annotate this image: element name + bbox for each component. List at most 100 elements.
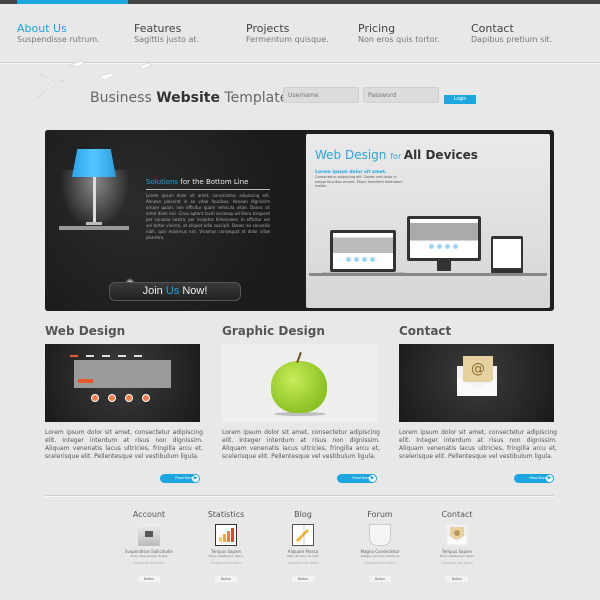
- lamp-pole: [93, 177, 96, 223]
- brand-part-bold: Website: [156, 90, 220, 106]
- at-sign-icon: @: [463, 356, 493, 382]
- join-label-part: Join: [142, 285, 166, 297]
- solutions-heading: Solutions for the Bottom Line: [146, 178, 248, 186]
- feature-line3: Vivamus dui diam: [210, 561, 242, 565]
- feature-line2: Nunc vestibulum libero: [208, 554, 244, 558]
- nav-item-subtitle: Suspendisse rutrum.: [17, 35, 100, 44]
- site-brand-title: Business Website Template: [90, 90, 288, 106]
- section-body: Lorem ipsum dolor sit amet, consectetur …: [45, 429, 203, 460]
- feature-title: Statistics: [207, 510, 245, 519]
- join-label-part: Now!: [179, 285, 208, 297]
- feature-statistics: Statistics Tempus Sapien Nunc vestibulum…: [191, 510, 261, 584]
- feature-button[interactable]: Button: [446, 576, 468, 582]
- safe-icon: [138, 524, 160, 546]
- nav-item-title: Contact: [471, 22, 514, 35]
- read-more-label: Read More: [352, 476, 370, 480]
- play-arrow-icon: ▶: [546, 475, 553, 482]
- web-design-title: Web Design: [315, 148, 391, 162]
- feature-button[interactable]: Button: [369, 576, 391, 582]
- join-us-now-button[interactable]: Join Us Now!: [109, 282, 241, 301]
- feature-line2: Integer nisi sem maximus: [360, 554, 400, 558]
- monitor-stand: [437, 261, 451, 271]
- read-more-label: Read More: [529, 476, 547, 480]
- email-envelope-image: @: [399, 344, 554, 422]
- top-bar: [0, 0, 600, 4]
- nav-item-subtitle: Dapibus pretium sit.: [471, 35, 553, 44]
- feature-button[interactable]: Button: [292, 576, 314, 582]
- brand-part: Business: [90, 90, 157, 106]
- solutions-body: Lorem ipsum dolor sit amet, consectetur …: [146, 193, 270, 240]
- lamp-base: [86, 222, 102, 225]
- nav-item-projects[interactable]: Projects Fermentum quisque.: [246, 22, 329, 45]
- feature-contact: Contact Tempus Sapien Nunc vestibulum li…: [422, 510, 492, 584]
- desktop-monitor-icon: [407, 216, 481, 261]
- feature-line2: Nunc vestibulum libero: [439, 554, 475, 558]
- feature-title: Account: [132, 510, 166, 519]
- web-design-bold: All Devices: [403, 148, 478, 162]
- feature-line3: Vivamus dui diam: [364, 561, 396, 565]
- feature-line3: Vivamus dui diam: [441, 561, 473, 565]
- website-mockup-image: [45, 344, 200, 422]
- mail-envelope-icon: [446, 524, 468, 546]
- feature-blog: Blog Aliquam Massa Nam et rhoncus odio V…: [268, 510, 338, 584]
- nav-item-about-us[interactable]: About Us Suspendisse rutrum.: [17, 22, 100, 45]
- read-more-button[interactable]: Read More ▶: [160, 474, 200, 483]
- section-title-web-design: Web Design: [45, 324, 126, 338]
- section-title-contact: Contact: [399, 324, 452, 338]
- nav-item-pricing[interactable]: Pricing Non eros quis tortor.: [358, 22, 440, 45]
- nav-item-title: Features: [134, 22, 182, 35]
- feature-title: Contact: [441, 510, 473, 519]
- main-nav: About Us Suspendisse rutrum. Features Sa…: [0, 22, 600, 52]
- play-arrow-icon: ▶: [192, 475, 199, 482]
- nav-item-subtitle: Fermentum quisque.: [246, 35, 329, 44]
- feature-button[interactable]: Button: [138, 576, 160, 582]
- web-design-heading: Web Design for All Devices: [315, 148, 478, 162]
- lamp-icon: [72, 149, 116, 177]
- hero-left-panel: Solutions for the Bottom Line Lorem ipsu…: [45, 130, 305, 311]
- devices-shelf: [309, 273, 547, 276]
- nav-item-title: Pricing: [358, 22, 396, 35]
- active-nav-indicator: [17, 0, 128, 4]
- password-input[interactable]: [363, 87, 439, 103]
- read-more-button[interactable]: Read More ▶: [337, 474, 377, 483]
- join-label-highlight: Us: [165, 285, 180, 297]
- hero-right-panel: Web Design for All Devices Lorem ipsum d…: [306, 134, 550, 308]
- nav-item-title: Projects: [246, 22, 290, 35]
- feature-line3: Vivamus dui diam: [287, 561, 319, 565]
- nav-item-subtitle: Non eros quis tortor.: [358, 35, 440, 44]
- laptop-icon: [330, 230, 396, 272]
- section-body: Lorem ipsum dolor sit amet, consectetur …: [222, 429, 380, 460]
- nav-item-contact[interactable]: Contact Dapibus pretium sit.: [471, 22, 552, 45]
- feature-title: Blog: [294, 510, 312, 519]
- feature-line2: Duis vitae semper turpis: [130, 554, 168, 558]
- username-input[interactable]: [283, 87, 359, 103]
- web-design-for: for: [390, 152, 404, 161]
- coffee-cup-icon: [369, 524, 391, 546]
- feature-line3: Vivamus dui diam: [133, 561, 165, 565]
- tablet-icon: [491, 236, 523, 274]
- section-body: Lorem ipsum dolor sit amet, consectetur …: [399, 429, 557, 460]
- login-button[interactable]: Login: [444, 95, 476, 104]
- green-apple-image: [222, 344, 377, 422]
- lamp-shelf: [59, 226, 129, 230]
- solutions-rest: for the Bottom Line: [178, 178, 249, 186]
- brand-part: Template: [219, 90, 289, 106]
- solutions-highlight: Solutions: [146, 178, 179, 186]
- web-design-body: Consectetur adipiscing elit. Donec sed d…: [315, 175, 403, 188]
- hero-banner: Solutions for the Bottom Line Lorem ipsu…: [45, 130, 554, 311]
- feature-line2: Nam et rhoncus odio: [287, 554, 319, 558]
- nav-item-title: About Us: [17, 22, 67, 35]
- solutions-divider: [146, 189, 270, 190]
- read-more-label: Read More: [175, 476, 193, 480]
- read-more-button[interactable]: Read More ▶: [514, 474, 554, 483]
- notebook-pencil-icon: [292, 524, 314, 547]
- play-arrow-icon: ▶: [369, 475, 376, 482]
- nav-item-features[interactable]: Features Sagittis justo at.: [134, 22, 199, 45]
- section-title-graphic-design: Graphic Design: [222, 324, 325, 338]
- footer-divider: [45, 495, 554, 497]
- feature-button[interactable]: Button: [215, 576, 237, 582]
- chart-monitor-icon: [215, 524, 237, 546]
- feature-forum: Forum Magna Consectetur Integer nisi sem…: [345, 510, 415, 584]
- feature-account: Account Suspendisse Sollicitudin Duis vi…: [114, 510, 184, 584]
- feature-title: Forum: [367, 510, 393, 519]
